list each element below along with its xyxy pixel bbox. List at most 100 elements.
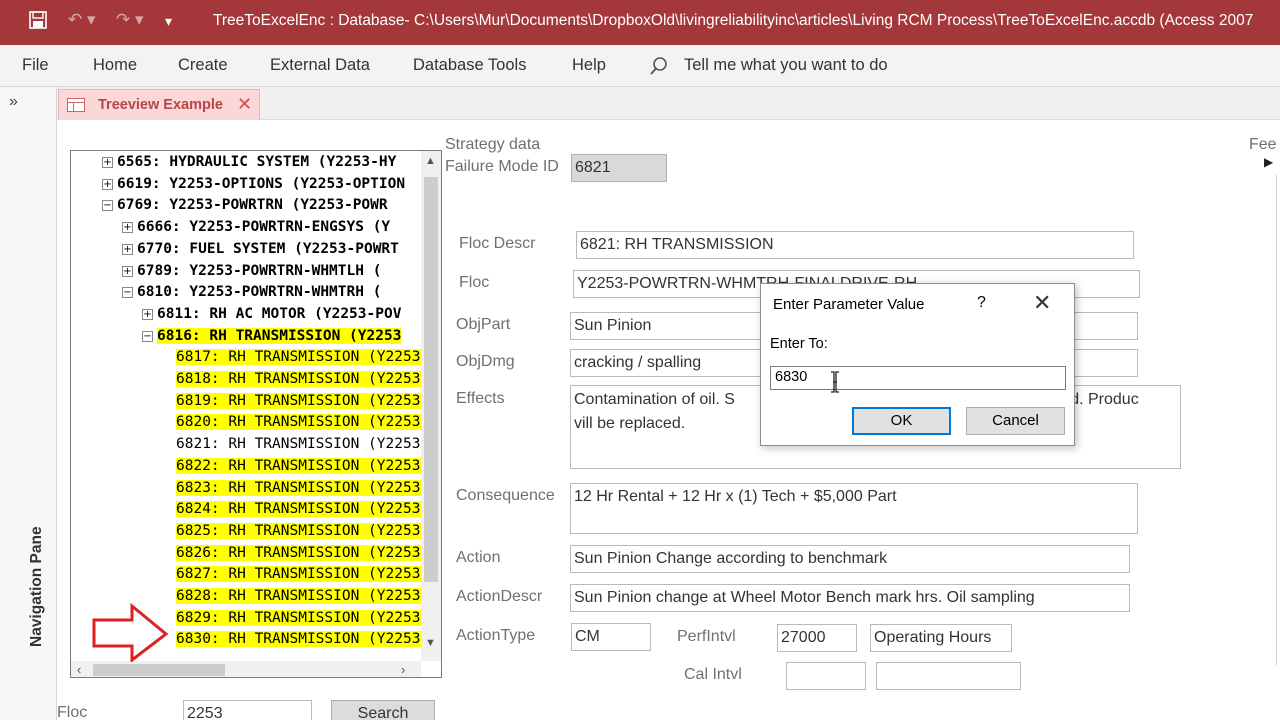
tree-node[interactable]: +6619: Y2253-OPTIONS (Y2253-OPTION	[102, 174, 405, 194]
redo-icon[interactable]: ↷ ▾	[116, 10, 144, 30]
scroll-left-icon[interactable]: ‹	[77, 662, 81, 677]
parameter-input[interactable]: 6830	[770, 366, 1066, 390]
play-icon[interactable]: ▶	[1264, 155, 1273, 169]
right-edge-control	[1276, 175, 1280, 665]
objpart-label: ObjPart	[456, 316, 511, 333]
ribbon-menu: File Home Create External Data Database …	[0, 45, 1280, 87]
action-descr-field[interactable]: Sun Pinion change at Wheel Motor Bench m…	[570, 584, 1130, 612]
ribbon-tab-create[interactable]: Create	[178, 56, 228, 75]
tree-node[interactable]: +6789: Y2253-POWRTRN-WHMTLH (	[122, 261, 381, 281]
tree-node[interactable]: 6820: RH TRANSMISSION (Y2253-P	[176, 412, 421, 432]
consequence-field[interactable]: 12 Hr Rental + 12 Hr x (1) Tech + $5,000…	[570, 483, 1138, 534]
action-type-label: ActionType	[456, 627, 536, 644]
perf-intvl-unit-field[interactable]: Operating Hours	[870, 624, 1012, 652]
cal-intvl-unit-field[interactable]	[876, 662, 1021, 690]
tree-node[interactable]: 6824: RH TRANSMISSION (Y2253-P	[176, 499, 421, 519]
tree-node[interactable]: 6818: RH TRANSMISSION (Y2253-P	[176, 369, 421, 389]
failure-mode-id-field[interactable]: 6821	[571, 154, 667, 182]
tree-node[interactable]: 6829: RH TRANSMISSION (Y2253-P	[176, 608, 421, 628]
save-icon[interactable]	[28, 10, 48, 35]
tree-node-label: 6823: RH TRANSMISSION (Y2253-P	[176, 480, 421, 496]
tree-node[interactable]: 6830: RH TRANSMISSION (Y2253-P	[176, 629, 421, 649]
customize-quick-access-icon[interactable]: ▾	[165, 13, 172, 30]
tree-node-label: 6830: RH TRANSMISSION (Y2253-P	[176, 631, 421, 647]
floc-descr-label: Floc Descr	[459, 235, 536, 252]
help-icon[interactable]: ?	[977, 294, 986, 312]
search-button[interactable]: Search	[331, 700, 435, 720]
text-cursor-icon	[831, 371, 839, 393]
undo-icon[interactable]: ↶ ▾	[68, 10, 96, 30]
collapse-icon[interactable]: −	[142, 330, 153, 342]
tree-node-label: 6619: Y2253-OPTIONS (Y2253-OPTION	[117, 176, 406, 192]
tree-node-label: 6810: Y2253-POWRTRN-WHMTRH (	[137, 284, 382, 300]
navigation-pane-label[interactable]: Navigation Pane	[28, 526, 46, 647]
floc-descr-field[interactable]: 6821: RH TRANSMISSION	[576, 231, 1134, 259]
red-arrow-icon	[92, 602, 169, 662]
scroll-up-icon[interactable]: ▲	[425, 155, 436, 167]
navigation-pane[interactable]: » Navigation Pane	[0, 87, 57, 720]
scroll-thumb-h[interactable]	[93, 664, 225, 676]
title-bar: ↶ ▾ ↷ ▾ ▾ TreeToExcelEnc : Database- C:\…	[0, 0, 1280, 45]
perf-intvl-field[interactable]: 27000	[777, 624, 857, 652]
search-icon[interactable]	[648, 55, 670, 77]
tree-node[interactable]: −6769: Y2253-POWRTRN (Y2253-POWR	[102, 195, 388, 215]
tree-node[interactable]: 6821: RH TRANSMISSION (Y2253-P	[176, 434, 421, 454]
tree-node[interactable]: +6811: RH AC MOTOR (Y2253-POV	[142, 304, 401, 324]
collapse-icon[interactable]: −	[122, 286, 133, 298]
tree-node-label: 6769: Y2253-POWRTRN (Y2253-POWR	[117, 197, 388, 213]
tab-treeview-example[interactable]: Treeview Example ✕	[58, 89, 260, 120]
search-floc-label: Floc	[57, 704, 88, 720]
tree-node-label: 6825: RH TRANSMISSION (Y2253-P	[176, 523, 421, 539]
access-window: ↶ ▾ ↷ ▾ ▾ TreeToExcelEnc : Database- C:\…	[0, 0, 1280, 720]
ribbon-tab-external-data[interactable]: External Data	[270, 56, 370, 75]
scroll-right-icon[interactable]: ›	[401, 662, 405, 677]
expand-icon[interactable]: +	[122, 265, 133, 277]
tree-node[interactable]: 6826: RH TRANSMISSION (Y2253-P	[176, 543, 421, 563]
close-icon[interactable]: ✕	[237, 94, 252, 115]
action-field[interactable]: Sun Pinion Change according to benchmark	[570, 545, 1130, 573]
tree-node[interactable]: −6816: RH TRANSMISSION (Y2253	[142, 326, 402, 346]
expand-icon[interactable]: +	[102, 156, 113, 168]
perf-intvl-label: PerfIntvl	[677, 628, 736, 645]
scroll-down-icon[interactable]: ▼	[425, 637, 436, 649]
expand-icon[interactable]: +	[122, 221, 133, 233]
ribbon-tab-home[interactable]: Home	[93, 56, 137, 75]
expand-icon[interactable]: +	[102, 178, 113, 190]
ribbon-tab-help[interactable]: Help	[572, 56, 606, 75]
tree-node[interactable]: 6817: RH TRANSMISSION (Y2253-P	[176, 347, 421, 367]
tree-node[interactable]: 6819: RH TRANSMISSION (Y2253-P	[176, 391, 421, 411]
tree-node[interactable]: +6565: HYDRAULIC SYSTEM (Y2253-HY	[102, 152, 396, 172]
collapse-icon[interactable]: −	[102, 199, 113, 211]
vertical-scrollbar[interactable]: ▲ ▼	[421, 151, 441, 661]
horizontal-scrollbar[interactable]: ‹ ›	[71, 661, 421, 677]
tree-rows: +6565: HYDRAULIC SYSTEM (Y2253-HY +6619: …	[71, 151, 421, 661]
action-type-field[interactable]: CM	[571, 623, 651, 651]
tree-node[interactable]: 6822: RH TRANSMISSION (Y2253-P	[176, 456, 421, 476]
ribbon-tab-file[interactable]: File	[22, 56, 49, 75]
expand-icon[interactable]: +	[122, 243, 133, 255]
search-floc-input[interactable]: 2253	[183, 700, 312, 720]
ok-button[interactable]: OK	[852, 407, 951, 435]
tree-node[interactable]: 6823: RH TRANSMISSION (Y2253-P	[176, 478, 421, 498]
tree-node[interactable]: +6770: FUEL SYSTEM (Y2253-POWRT	[122, 239, 399, 259]
close-icon[interactable]: ✕	[1033, 290, 1051, 316]
expand-icon[interactable]: +	[142, 308, 153, 320]
consequence-label: Consequence	[456, 487, 555, 504]
tab-label: Treeview Example	[98, 97, 223, 113]
tree-node[interactable]: −6810: Y2253-POWRTRN-WHMTRH (	[122, 282, 381, 302]
tree-node-label: 6827: RH TRANSMISSION (Y2253-P	[176, 566, 421, 582]
expand-pane-icon[interactable]: »	[9, 93, 18, 111]
tree-node[interactable]: 6827: RH TRANSMISSION (Y2253-P	[176, 564, 421, 584]
treeview-control[interactable]: +6565: HYDRAULIC SYSTEM (Y2253-HY +6619: …	[70, 150, 442, 678]
tree-node[interactable]: +6666: Y2253-POWRTRN-ENGSYS (Y	[122, 217, 390, 237]
ribbon-tab-database-tools[interactable]: Database Tools	[413, 56, 526, 75]
cancel-button[interactable]: Cancel	[966, 407, 1065, 435]
fee-label: Fee	[1249, 136, 1277, 153]
tree-node-label: 6826: RH TRANSMISSION (Y2253-P	[176, 545, 421, 561]
tell-me-input[interactable]: Tell me what you want to do	[684, 56, 888, 75]
scroll-thumb[interactable]	[424, 177, 438, 582]
tree-node[interactable]: 6825: RH TRANSMISSION (Y2253-P	[176, 521, 421, 541]
tree-node[interactable]: 6828: RH TRANSMISSION (Y2253-P	[176, 586, 421, 606]
tree-node-label: 6818: RH TRANSMISSION (Y2253-P	[176, 371, 421, 387]
cal-intvl-field[interactable]	[786, 662, 866, 690]
